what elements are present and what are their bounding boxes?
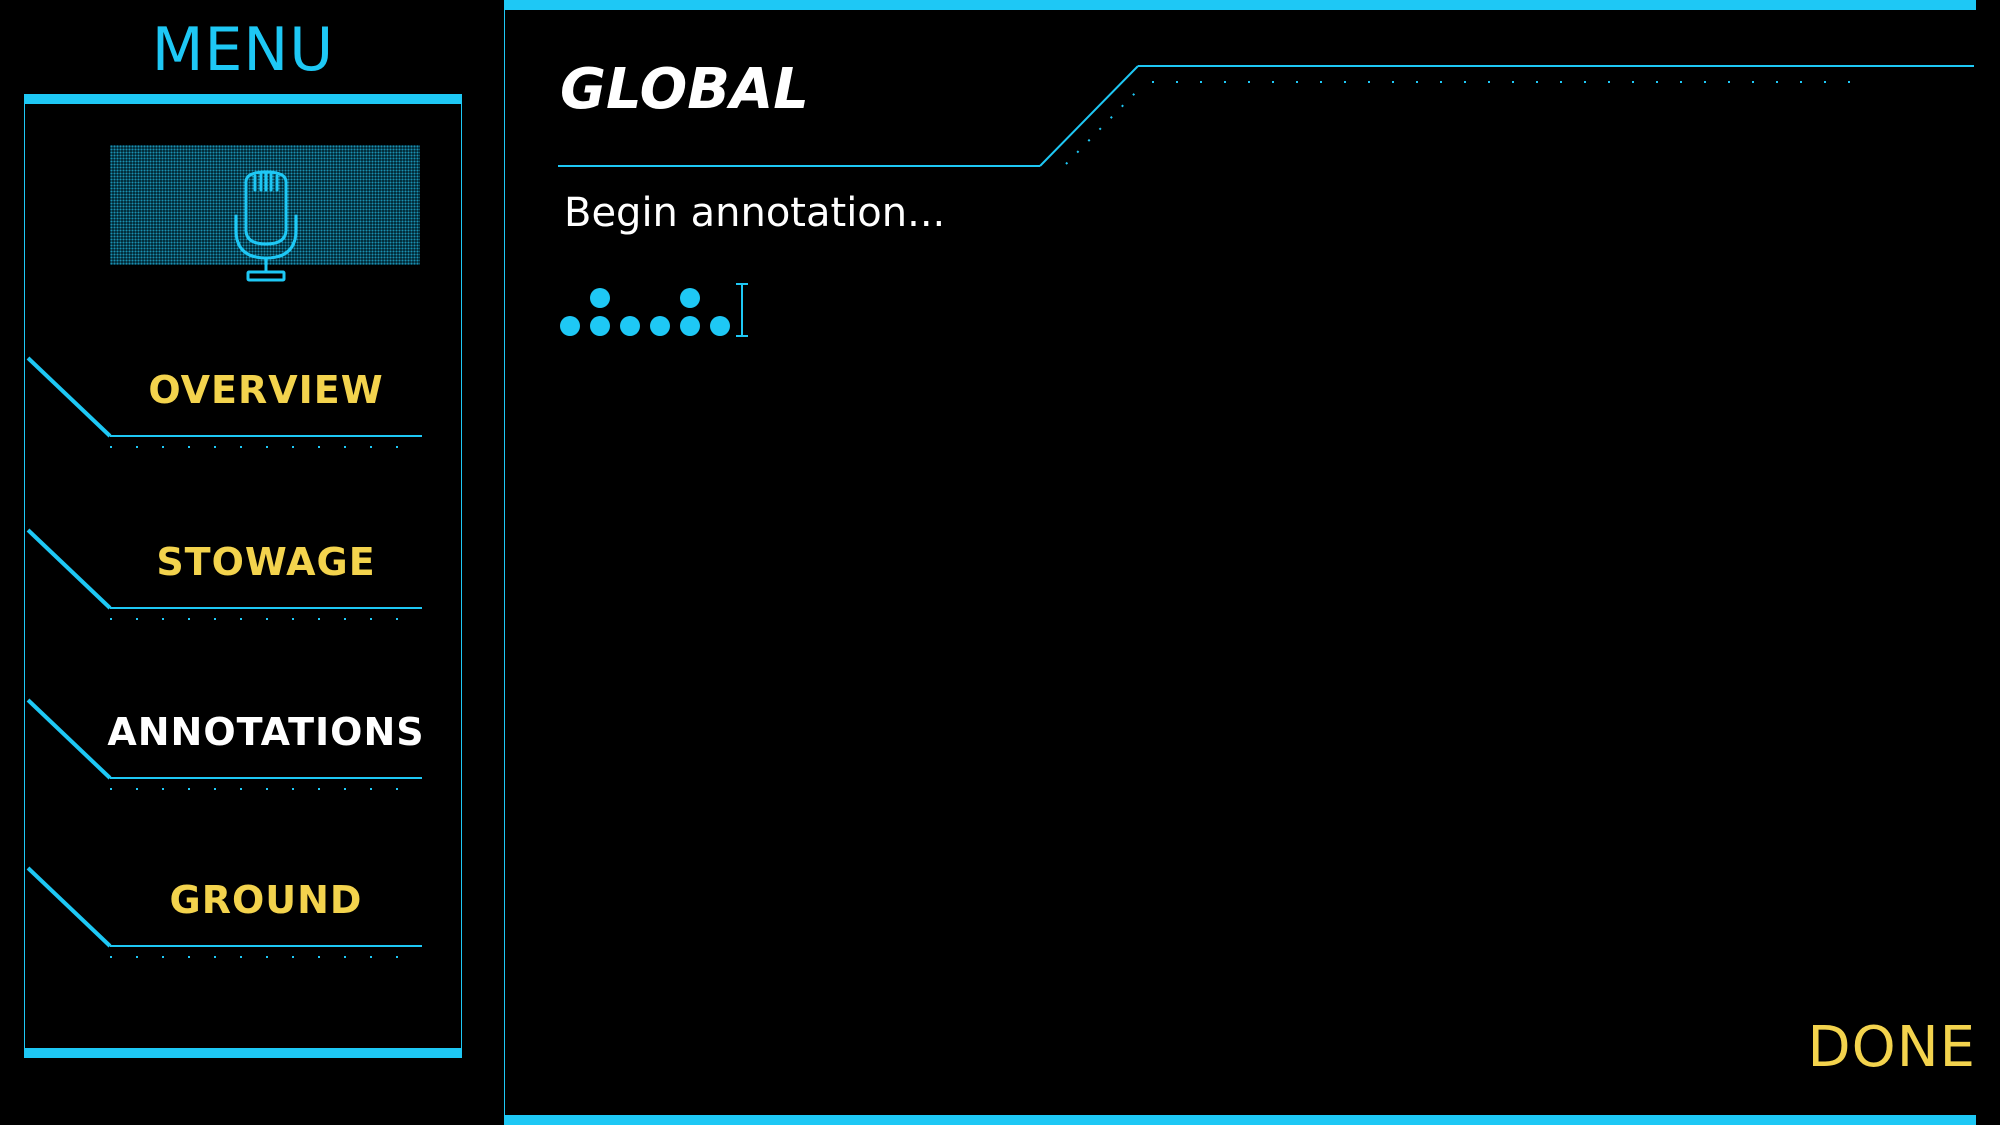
menu-item-annotations[interactable]: ANNOTATIONS xyxy=(26,694,426,804)
done-button[interactable]: DONE xyxy=(1808,1012,1976,1084)
menu-item-label-annotations: ANNOTATIONS xyxy=(107,710,425,754)
menu-item-label-stowage: STOWAGE xyxy=(156,540,376,584)
menu-title: MENU xyxy=(151,15,335,85)
main-top-bar xyxy=(504,0,1976,10)
menu-item-stowage[interactable]: STOWAGE xyxy=(26,524,426,634)
voice-activity-indicator xyxy=(560,283,748,337)
menu-item-overview[interactable]: OVERVIEW xyxy=(26,352,426,462)
microphone-icon[interactable] xyxy=(228,168,304,284)
menu-top-bar xyxy=(24,94,462,104)
main-bottom-bar xyxy=(504,1115,1976,1125)
menu-item-label-overview: OVERVIEW xyxy=(148,368,384,412)
menu-bottom-bar xyxy=(24,1048,462,1058)
menu-item-ground[interactable]: GROUND xyxy=(26,862,426,972)
text-cursor-icon xyxy=(736,283,748,337)
annotation-prompt: Begin annotation... xyxy=(564,190,946,236)
page-title: GLOBAL xyxy=(560,57,809,122)
menu-item-label-ground: GROUND xyxy=(169,878,363,922)
